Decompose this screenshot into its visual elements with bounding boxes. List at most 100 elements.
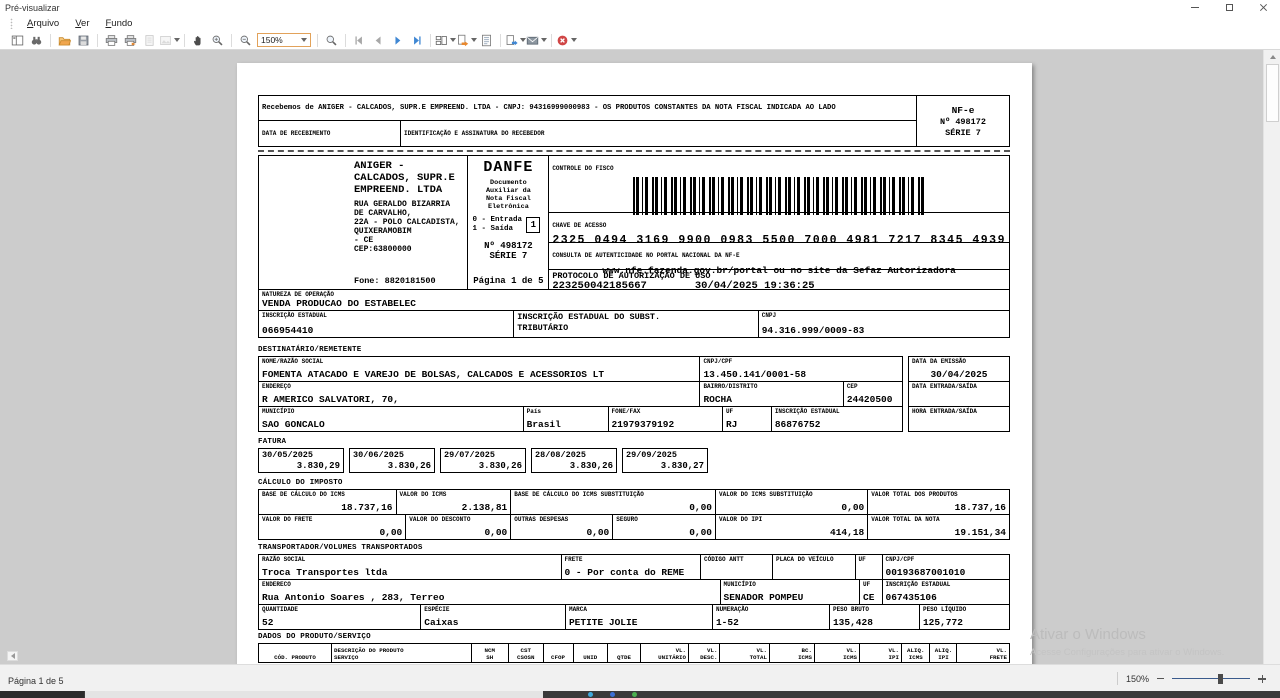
status-page-info: Página 1 de 5: [8, 676, 64, 686]
col-header: ICMS: [904, 654, 928, 661]
carrier-ie-value: 067435106: [886, 592, 1007, 603]
scroll-left-button[interactable]: [7, 651, 18, 661]
text-view-icon: [480, 34, 493, 47]
receipt-block: Recebemos de ANIGER - CALCADOS, SUPR.E E…: [258, 95, 1010, 147]
menu-ver[interactable]: Ver: [69, 17, 95, 30]
text-view-button[interactable]: [477, 32, 496, 49]
col-header: DESC.: [691, 654, 717, 661]
recipient-country-label: País: [527, 408, 605, 415]
products-table-header: CÓD. PRODUTO DESCRIÇÃO DO PRODUTOSERVIÇO…: [258, 643, 1010, 663]
panes-button[interactable]: [8, 32, 27, 49]
zoom-slider-thumb[interactable]: [1218, 674, 1223, 684]
invoice-header-block: ANIGER - CALCADOS, SUPR.E EMPREEND. LTDA…: [258, 155, 1010, 290]
multi-page-button[interactable]: [435, 32, 456, 49]
email-button[interactable]: [526, 32, 547, 49]
issuer-cep: CEP:63800000: [354, 245, 463, 254]
picture-button[interactable]: [159, 32, 180, 49]
col-header: NCM: [474, 647, 507, 654]
minimize-button[interactable]: [1178, 0, 1212, 15]
picture-dropdown-icon: [174, 38, 180, 42]
net-weight-value: 125,772: [923, 617, 1006, 628]
recipient-district-label: BAIRRO/DISTRITO: [703, 383, 839, 390]
zoom-combobox[interactable]: 150%: [257, 33, 311, 47]
next-page-button[interactable]: [388, 32, 407, 49]
installments-row: 30/05/2025 3.830,29 30/06/2025 3.830,26 …: [258, 448, 1010, 473]
print-button[interactable]: [102, 32, 121, 49]
quantity-label: QUANTIDADE: [262, 606, 417, 613]
carrier-name-label: RAZÃO SOCIAL: [262, 556, 558, 563]
maximize-icon: [1226, 4, 1233, 11]
danfe-block: DANFE Documento Auxiliar da Nota Fiscal …: [467, 156, 549, 289]
open-button[interactable]: [55, 32, 74, 49]
zoom-in-button[interactable]: [208, 32, 227, 49]
carrier-cnpj-label: CNPJ/CPF: [886, 556, 1007, 563]
maximize-button[interactable]: [1212, 0, 1246, 15]
zoom-out-button[interactable]: [236, 32, 255, 49]
print-direct-button[interactable]: [121, 32, 140, 49]
multi-page-icon: [435, 34, 448, 47]
scroll-left-icon: [11, 653, 15, 659]
col-header: FRETE: [959, 654, 1007, 661]
page-preview-button[interactable]: [140, 32, 159, 49]
find-icon: [30, 34, 43, 47]
zoom-select-button[interactable]: [322, 32, 341, 49]
net-weight-label: PESO LÍQUIDO: [923, 606, 1006, 613]
installment-box: 30/05/2025 3.830,29: [258, 448, 344, 473]
last-page-button[interactable]: [407, 32, 426, 49]
minimize-icon: [1191, 7, 1199, 8]
taskbar-active-window[interactable]: [85, 691, 543, 698]
taskbar-icon-1[interactable]: [588, 692, 593, 697]
installment-box: 29/07/2025 3.830,26: [440, 448, 526, 473]
scroll-up-button[interactable]: [1264, 50, 1280, 63]
freight-value: 0 - Por conta do REME: [565, 567, 698, 578]
installment-box: 29/09/2025 3.830,27: [622, 448, 708, 473]
danfe-page-number: Página 1 de 5: [473, 276, 543, 286]
operation-nature-label: NATUREZA DE OPERAÇÃO: [262, 291, 1006, 298]
page-export-button[interactable]: [505, 32, 526, 49]
scroll-up-icon: [1270, 55, 1276, 59]
taskbar-icon-3[interactable]: [632, 692, 637, 697]
emission-date-label: DATA DA EMISSÃO: [912, 358, 1006, 365]
vertical-scrollbar[interactable]: [1263, 50, 1280, 664]
menu-fundo[interactable]: Fundo: [99, 17, 138, 30]
barcode: [633, 177, 925, 215]
export-icon: [456, 34, 469, 47]
close-preview-button[interactable]: [556, 32, 577, 49]
taskbar-icon-2[interactable]: [610, 692, 615, 697]
menu-arquivo[interactable]: Arquivo: [21, 17, 65, 30]
find-button[interactable]: [27, 32, 46, 49]
installment-date: 28/08/2025: [535, 450, 613, 460]
toolbar-grip: [10, 18, 13, 29]
tax-label: VALOR TOTAL DOS PRODUTOS: [871, 491, 1006, 498]
title-bar: Pré-visualizar: [0, 0, 1280, 15]
taskbar-start-area[interactable]: [0, 691, 84, 698]
tax-label: BASE DE CÁLCULO DO ICMS SUBSTITUIÇÃO: [514, 491, 712, 498]
print-icon: [105, 34, 118, 47]
tax-value: 0,00: [409, 527, 507, 538]
recipient-ie-label: INSCRIÇÃO ESTADUAL: [775, 408, 899, 415]
zoom-slider[interactable]: [1172, 678, 1250, 679]
installment-box: 28/08/2025 3.830,26: [531, 448, 617, 473]
authenticity-label: CONSULTA DE AUTENTICIDADE NO PORTAL NACI…: [552, 252, 739, 259]
issuer-address-line2: 22A - POLO CALCADISTA, QUIXERAMOBIM: [354, 218, 463, 236]
pan-button[interactable]: [189, 32, 208, 49]
export-button[interactable]: [456, 32, 477, 49]
save-button[interactable]: [74, 32, 93, 49]
prev-page-button[interactable]: [369, 32, 388, 49]
tax-label: OUTRAS DESPESAS: [514, 516, 609, 523]
email-icon: [526, 34, 539, 47]
zoom-out-slider-button[interactable]: [1157, 678, 1164, 680]
window-title: Pré-visualizar: [5, 3, 60, 13]
tax-value: 0,00: [719, 502, 864, 513]
col-header: UNITÁRIO: [643, 654, 686, 661]
first-page-button[interactable]: [350, 32, 369, 49]
receipt-date-label: DATA DE RECEBIMENTO: [262, 130, 330, 137]
toolbar-separator: [184, 34, 185, 47]
recipient-name-value: FOMENTA ATACADO E VAREJO DE BOLSAS, CALC…: [262, 369, 696, 380]
close-button[interactable]: [1246, 0, 1280, 15]
vertical-scroll-thumb[interactable]: [1266, 64, 1279, 122]
tax-label: VALOR DO IPI: [719, 516, 864, 523]
windows-taskbar[interactable]: [0, 691, 1280, 698]
installment-value: 3.830,26: [535, 461, 613, 471]
zoom-in-slider-button[interactable]: [1258, 675, 1266, 683]
